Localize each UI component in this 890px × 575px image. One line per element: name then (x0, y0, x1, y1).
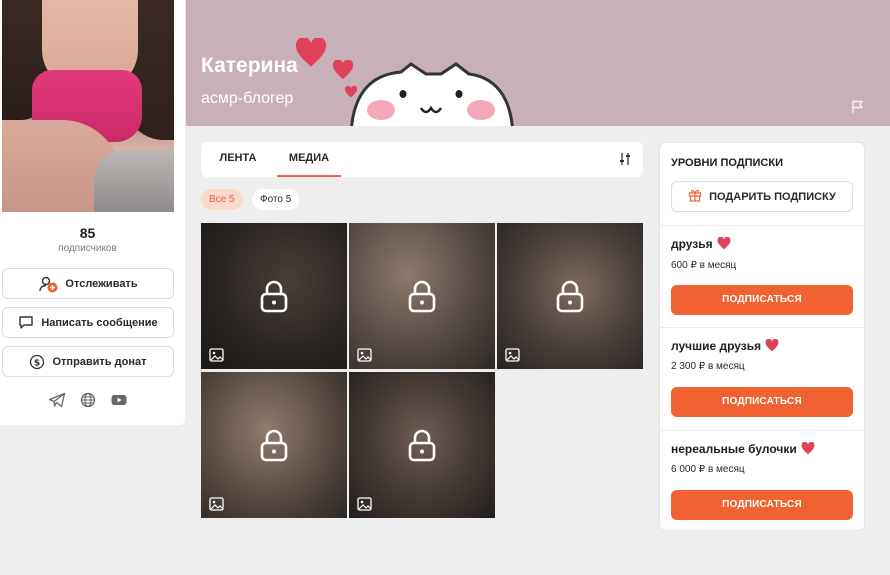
image-type-icon (357, 497, 372, 516)
gift-subscription-label: ПОДАРИТЬ ПОДПИСКУ (709, 190, 836, 203)
lock-icon (258, 428, 290, 467)
media-tile[interactable] (349, 372, 495, 518)
chat-icon (18, 315, 34, 330)
subscribe-button[interactable]: ПОДПИСАТЬСЯ (671, 285, 853, 315)
tier-name-text: лучшие друзья (671, 339, 762, 354)
heart-icon (717, 236, 731, 253)
gift-icon (688, 188, 702, 205)
lock-icon (258, 279, 290, 318)
subscribe-button[interactable]: ПОДПИСАТЬСЯ (671, 387, 853, 417)
tier-price: 6 000 ₽ в месяц (671, 464, 745, 475)
tier-name: нереальные булочки (671, 441, 815, 458)
tier-name-text: друзья (671, 237, 713, 252)
tier-name-text: нереальные булочки (671, 442, 797, 457)
tab-feed[interactable]: ЛЕНТА (211, 142, 265, 177)
image-type-icon (209, 497, 224, 516)
lock-icon (406, 428, 438, 467)
subscribers-label: подписчиков (58, 243, 117, 254)
media-tile[interactable] (497, 223, 643, 369)
lock-icon (406, 279, 438, 318)
follow-button[interactable]: Отслеживать (2, 268, 174, 299)
filter-photo-chip[interactable]: Фото 5 (252, 189, 300, 210)
profile-bio: асмр-блогер (201, 90, 294, 107)
send-message-button[interactable]: Написать сообщение (2, 307, 174, 338)
filter-sliders-icon[interactable] (619, 152, 631, 171)
social-links (0, 392, 175, 413)
filter-all-chip[interactable]: Все 5 (201, 189, 243, 210)
divider (660, 225, 864, 226)
subscribers-count: 85 (79, 225, 96, 241)
gift-subscription-button[interactable]: ПОДАРИТЬ ПОДПИСКУ (671, 181, 853, 212)
youtube-icon[interactable] (110, 392, 128, 413)
media-tile[interactable] (349, 223, 495, 369)
levels-title: УРОВНИ ПОДПИСКИ (671, 157, 783, 169)
follow-user-icon (38, 275, 58, 293)
image-type-icon (209, 348, 224, 367)
tier-price: 600 ₽ в месяц (671, 260, 737, 271)
heart-icon (801, 441, 815, 458)
subscription-levels-panel: УРОВНИ ПОДПИСКИ ПОДАРИТЬ ПОДПИСКУ друзья… (659, 142, 865, 531)
media-tile[interactable] (201, 372, 347, 518)
subscribe-button[interactable]: ПОДПИСАТЬСЯ (671, 490, 853, 520)
profile-banner: Катерина асмр-блогер (186, 0, 890, 126)
tier-name: лучшие друзья (671, 338, 779, 355)
dollar-coin-icon: $ (29, 354, 45, 370)
cat-illustration (350, 62, 514, 126)
report-flag-icon[interactable] (851, 100, 865, 119)
send-donation-button[interactable]: $ Отправить донат (2, 346, 174, 377)
svg-text:$: $ (34, 358, 40, 368)
follow-label: Отслеживать (65, 277, 138, 290)
send-donation-label: Отправить донат (52, 355, 147, 368)
lock-icon (554, 279, 586, 318)
heart-icon (765, 338, 779, 355)
content-tabs: ЛЕНТА МЕДИА (201, 142, 643, 177)
image-type-icon (357, 348, 372, 367)
profile-avatar[interactable] (2, 0, 174, 212)
image-type-icon (505, 348, 520, 367)
globe-icon[interactable] (80, 392, 96, 413)
heart-decoration (332, 60, 354, 80)
profile-name: Катерина (201, 54, 298, 77)
heart-decoration (344, 86, 358, 98)
heart-decoration (295, 38, 327, 67)
tier-price: 2 300 ₽ в месяц (671, 361, 745, 372)
send-message-label: Написать сообщение (41, 316, 158, 329)
tab-media[interactable]: МЕДИА (277, 142, 341, 177)
profile-sidebar: 85 подписчиков Отслеживать Написать сооб… (0, 0, 185, 425)
media-tile[interactable] (201, 223, 347, 369)
tier-name: друзья (671, 236, 731, 253)
telegram-icon[interactable] (48, 392, 66, 413)
divider (660, 430, 864, 431)
divider (660, 327, 864, 328)
